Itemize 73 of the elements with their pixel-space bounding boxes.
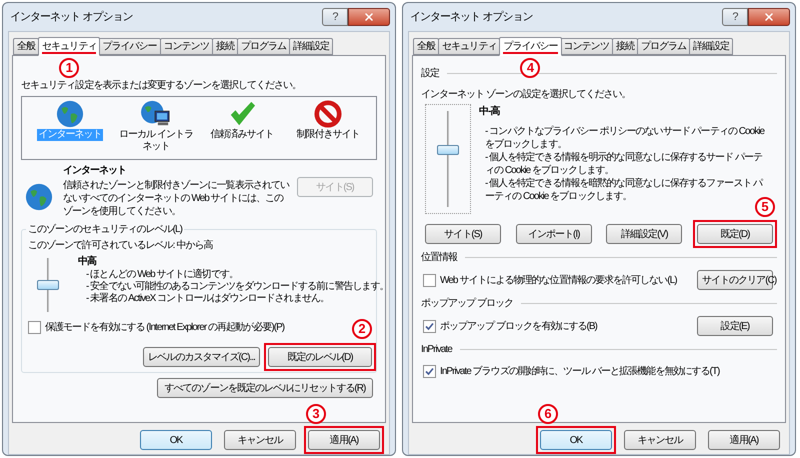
group-legend: このゾーンのセキュリティのレベル(L) xyxy=(26,223,184,236)
callout-number: 2 xyxy=(352,319,372,339)
globe-icon xyxy=(56,100,84,128)
instruction-text: セキュリティ設定を表示または変更するゾーンを選択してください。 xyxy=(21,78,302,93)
checkmark-icon xyxy=(228,100,256,128)
tab[interactable]: プログラム xyxy=(636,38,690,55)
zone-title: インターネット xyxy=(63,164,128,178)
globe-computer-icon xyxy=(140,100,172,128)
tab[interactable]: コンテンツ xyxy=(160,38,213,55)
help-button[interactable]: ? xyxy=(322,8,348,26)
window-title: インターネット オプション xyxy=(410,10,534,25)
close-button[interactable] xyxy=(748,8,790,26)
dialog-button[interactable]: すべてのゾーンを既定のレベルにリセットする(R) xyxy=(157,378,373,398)
checkbox-label: Web サイトによる物理的な位置情報の要求を許可しない(L) xyxy=(440,274,677,288)
section-heading: 位置情報 xyxy=(421,250,458,265)
dialog-button[interactable]: キャンセル xyxy=(224,430,296,450)
checkbox-label: InPrivate ブラウズの開始時に、ツール バーと拡張機能を無効にする(T) xyxy=(440,364,720,378)
level-name: 中高 xyxy=(78,254,98,269)
checkbox[interactable] xyxy=(423,274,436,286)
checkbox[interactable] xyxy=(423,364,436,378)
dialog-button[interactable]: OK xyxy=(540,430,612,450)
section-heading: InPrivate xyxy=(421,343,452,357)
checkbox-label: 保護モードを有効にする (Internet Explorer の再起動が必要)(P) xyxy=(45,320,284,335)
tab[interactable]: セキュリティ xyxy=(438,38,500,55)
dialog-button[interactable]: OK xyxy=(140,430,212,450)
dialog-button[interactable]: 適用(A) xyxy=(708,430,780,450)
section-heading: ポップアップ ブロック xyxy=(421,296,514,311)
section-heading: 設定 xyxy=(421,66,440,81)
no-entry-icon xyxy=(314,100,342,128)
tab[interactable]: プライバシー xyxy=(98,38,161,55)
dialog-button[interactable]: 適用(A) xyxy=(308,430,380,450)
level-description: - 安全でない可能性のあるコンテンツをダウンロードする前に警告します。 xyxy=(85,281,389,292)
close-icon xyxy=(363,11,375,23)
dialog-button[interactable]: インポート(I) xyxy=(516,224,592,244)
slider-thumb[interactable] xyxy=(437,144,459,155)
zone-item[interactable]: 制限付きサイト xyxy=(295,129,361,141)
tab[interactable]: 詳細設定 xyxy=(289,38,334,55)
tab[interactable]: セキュリティ xyxy=(38,37,100,56)
instruction-text: インターネット ゾーンの設定を選択してください。 xyxy=(421,88,632,102)
tab[interactable]: 全般 xyxy=(413,38,440,55)
dialog-button[interactable]: 詳細設定(V) xyxy=(606,224,682,244)
globe-icon xyxy=(25,183,53,211)
callout-number: 5 xyxy=(754,197,775,217)
tab[interactable]: プログラム xyxy=(236,38,290,55)
dialog-button[interactable]: サイト(S) xyxy=(425,224,501,244)
tab[interactable]: 接続 xyxy=(212,38,238,55)
tab[interactable]: 詳細設定 xyxy=(689,38,734,55)
checkbox-label: ポップアップ ブロックを有効にする(B) xyxy=(440,320,597,334)
help-button[interactable]: ? xyxy=(722,8,748,26)
level-description: - 個人を特定できる情報を明示的な同意なしに保存するサード パーティの Cookie をブロックします。 xyxy=(484,151,764,177)
close-button[interactable] xyxy=(348,8,390,26)
dialog-button[interactable]: レベルのカスタマイズ(C)... xyxy=(143,347,260,367)
window-title: インターネット オプション xyxy=(10,10,134,25)
tab[interactable]: プライバシー xyxy=(499,37,562,56)
close-icon xyxy=(763,11,775,23)
slider-thumb[interactable] xyxy=(37,280,59,290)
tab[interactable]: 接続 xyxy=(612,38,638,55)
zone-item[interactable]: 信頼済みサイト xyxy=(209,129,275,141)
dialog-button[interactable]: 既定(D) xyxy=(696,224,773,244)
dialog-button[interactable]: 設定(E) xyxy=(697,316,773,336)
checkbox[interactable] xyxy=(28,321,41,334)
level-description: - ほとんどの Web サイトに適切です。 xyxy=(85,269,239,280)
zone-description: 信頼されたゾーンと制限付きゾーンに一覧表示されていないすべてのインターネットの Web サイトには、このゾーンを使用してください。 xyxy=(63,179,289,218)
dialog-button[interactable]: 既定のレベル(D) xyxy=(268,347,372,367)
tab[interactable]: コンテンツ xyxy=(560,38,613,55)
level-description: - コンパクトなプライバシー ポリシーのないサード パーティの Cookie をブロックします。 xyxy=(484,125,766,151)
dialog-button[interactable]: キャンセル xyxy=(624,430,696,450)
level-name: 中-高 xyxy=(479,104,501,119)
level-description: - 未署名の ActiveX コントロールはダウンロードされません。 xyxy=(85,293,330,305)
allowed-level-text: このゾーンで許可されているレベル: 中から高 xyxy=(28,238,214,253)
tab[interactable]: 全般 xyxy=(13,38,40,55)
checkbox[interactable] xyxy=(423,320,436,332)
zone-item[interactable]: ローカル イントラネット xyxy=(114,129,198,153)
